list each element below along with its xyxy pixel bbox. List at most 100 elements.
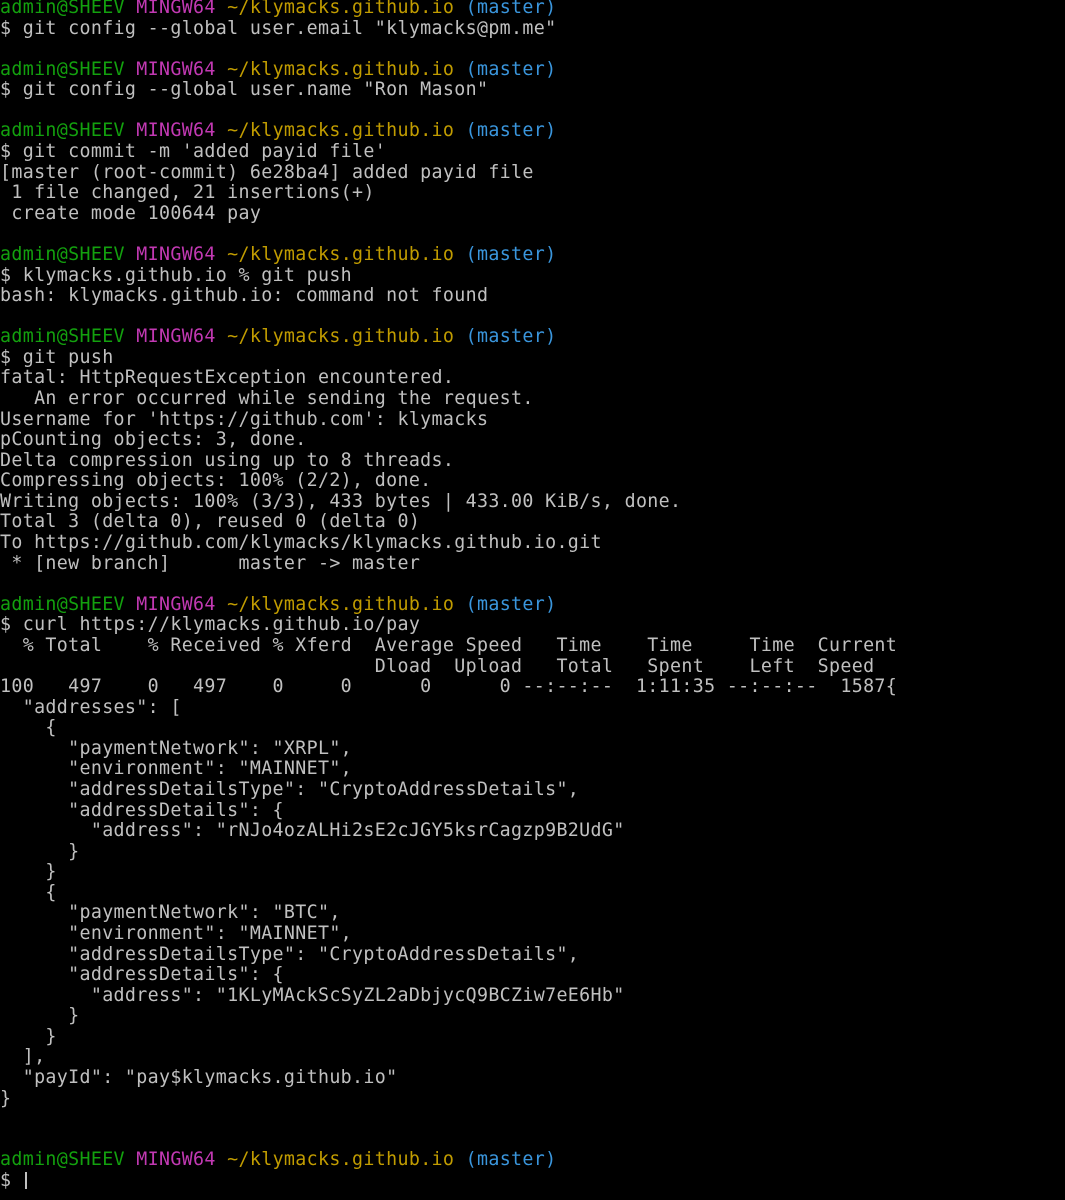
output-line: "paymentNetwork": "BTC", — [0, 903, 1065, 924]
command-input-line[interactable]: $ — [0, 1169, 1065, 1192]
output-line: "paymentNetwork": "XRPL", — [0, 738, 1065, 760]
output-text: } — [0, 1025, 57, 1047]
output-line: Total 3 (delta 0), reused 0 (delta 0) — [0, 512, 1065, 533]
prompt-line: admin@SHEEV MINGW64 ~/klymacks.github.io… — [0, 243, 1065, 266]
output-line: pCounting objects: 3, done. — [0, 429, 1065, 451]
output-line: To https://github.com/klymacks/klymacks.… — [0, 532, 1065, 554]
output-line: "address": "rNJo4ozALHi2sE2cJGY5ksrCagzp… — [0, 820, 1065, 842]
output-line: ], — [0, 1047, 1065, 1068]
output-text: "addressDetails": { — [0, 799, 284, 821]
output-text: Total 3 (delta 0), reused 0 (delta 0) — [0, 511, 421, 533]
output-text: "addressDetailsType": "CryptoAddressDeta… — [0, 943, 580, 965]
output-line: 1 file changed, 21 insertions(+) — [0, 182, 1065, 204]
output-text: "paymentNetwork": "BTC", — [0, 902, 341, 924]
output-text: % Total % Received % Xferd Average Speed… — [0, 634, 898, 656]
output-line: { — [0, 717, 1065, 739]
output-line: "environment": "MAINNET", — [0, 923, 1065, 945]
prompt-path: ~/klymacks.github.io — [227, 58, 455, 80]
prompt-system: MINGW64 — [136, 1149, 216, 1171]
prompt-branch: (master) — [465, 1149, 557, 1171]
output-text: "address": "rNJo4ozALHi2sE2cJGY5ksrCagzp… — [0, 820, 625, 842]
output-line: "addressDetailsType": "CryptoAddressDeta… — [0, 943, 1065, 966]
prompt-line: admin@SHEEV MINGW64 ~/klymacks.github.io… — [0, 326, 1065, 348]
prompt-line: admin@SHEEV MINGW64 ~/klymacks.github.io… — [0, 121, 1065, 142]
output-line: } — [0, 861, 1065, 883]
output-text: fatal: HttpRequestException encountered. — [0, 367, 455, 389]
output-text: } — [0, 1087, 12, 1109]
text-cursor[interactable] — [24, 1171, 27, 1189]
output-line: Username for 'https://github.com': klyma… — [0, 409, 1065, 431]
output-text: bash: klymacks.github.io: command not fo… — [0, 285, 489, 307]
output-line: "addressDetails": { — [0, 799, 1065, 822]
output-line: "environment": "MAINNET", — [0, 759, 1065, 780]
output-text: 100 497 0 497 0 0 0 0 --:--:-- 1:11:35 -… — [0, 676, 898, 698]
prompt-system: MINGW64 — [136, 243, 216, 265]
output-line: } — [0, 1087, 1065, 1110]
output-line: } — [0, 1006, 1065, 1027]
output-text: { — [0, 717, 57, 739]
prompt-user-host: admin@SHEEV — [0, 120, 125, 142]
terminal-window[interactable]: admin@SHEEV MINGW64 ~/klymacks.github.io… — [0, 0, 1065, 1200]
prompt-line: admin@SHEEV MINGW64 ~/klymacks.github.io… — [0, 58, 1065, 81]
output-text: "address": "1KLyMAckScSyZL2aDbjycQ9BCZiw… — [0, 984, 625, 1006]
output-line: fatal: HttpRequestException encountered. — [0, 368, 1065, 389]
output-line: $ git push — [0, 346, 1065, 369]
output-text: $ curl https://klymacks.github.io/pay — [0, 614, 421, 636]
output-text: } — [0, 861, 57, 883]
prompt-path: ~/klymacks.github.io — [227, 243, 455, 265]
output-text: To https://github.com/klymacks/klymacks.… — [0, 532, 602, 554]
prompt-user-host: admin@SHEEV — [0, 593, 125, 615]
output-text: "environment": "MAINNET", — [0, 923, 353, 945]
prompt-branch: (master) — [465, 58, 557, 80]
output-line: An error occurred while sending the requ… — [0, 387, 1065, 410]
output-text: "environment": "MAINNET", — [0, 758, 353, 780]
output-line: "addressDetailsType": "CryptoAddressDeta… — [0, 778, 1065, 801]
output-text: * [new branch] master -> master — [0, 552, 421, 574]
output-text: [master (root-commit) 6e28ba4] added pay… — [0, 161, 534, 183]
prompt-branch: (master) — [465, 0, 557, 18]
output-line: { — [0, 881, 1065, 904]
prompt-line: admin@SHEEV MINGW64 ~/klymacks.github.io… — [0, 1150, 1065, 1171]
output-line: % Total % Received % Xferd Average Speed… — [0, 634, 1065, 657]
prompt-line: admin@SHEEV MINGW64 ~/klymacks.github.io… — [0, 0, 1065, 19]
output-line: bash: klymacks.github.io: command not fo… — [0, 285, 1065, 307]
output-line: $ git config --global user.name "Ron Mas… — [0, 80, 1065, 101]
output-text: pCounting objects: 3, done. — [0, 429, 307, 451]
output-text: } — [0, 1005, 80, 1027]
output-text: Dload Upload Total Spent Left Speed — [0, 655, 875, 677]
output-text: $ git config --global user.name "Ron Mas… — [0, 79, 489, 101]
prompt-branch: (master) — [465, 120, 557, 142]
prompt-system: MINGW64 — [136, 326, 216, 348]
output-text: "addressDetailsType": "CryptoAddressDeta… — [0, 778, 580, 800]
prompt-user-host: admin@SHEEV — [0, 58, 125, 80]
prompt-system: MINGW64 — [136, 58, 216, 80]
output-text: $ git push — [0, 346, 114, 368]
input-prompt-symbol: $ — [0, 1169, 23, 1191]
prompt-path: ~/klymacks.github.io — [227, 120, 455, 142]
prompt-user-host: admin@SHEEV — [0, 243, 125, 265]
prompt-user-host: admin@SHEEV — [0, 1149, 125, 1171]
output-text: 1 file changed, 21 insertions(+) — [0, 182, 375, 204]
output-text: "payId": "pay$klymacks.github.io" — [0, 1067, 398, 1089]
output-line: Writing objects: 100% (3/3), 433 bytes |… — [0, 490, 1065, 513]
output-line: 100 497 0 497 0 0 0 0 --:--:-- 1:11:35 -… — [0, 676, 1065, 698]
output-text: $ git config --global user.email "klymac… — [0, 17, 557, 39]
prompt-branch: (master) — [465, 326, 557, 348]
output-text: "addresses": [ — [0, 696, 182, 718]
output-text: Delta compression using up to 8 threads. — [0, 449, 455, 471]
prompt-system: MINGW64 — [136, 593, 216, 615]
output-text: } — [0, 840, 80, 862]
prompt-branch: (master) — [465, 243, 557, 265]
output-text: An error occurred while sending the requ… — [0, 387, 534, 409]
output-text: { — [0, 881, 57, 903]
prompt-path: ~/klymacks.github.io — [227, 593, 455, 615]
prompt-path: ~/klymacks.github.io — [227, 326, 455, 348]
output-text: Writing objects: 100% (3/3), 433 bytes |… — [0, 490, 682, 512]
output-line: Delta compression using up to 8 threads. — [0, 449, 1065, 472]
